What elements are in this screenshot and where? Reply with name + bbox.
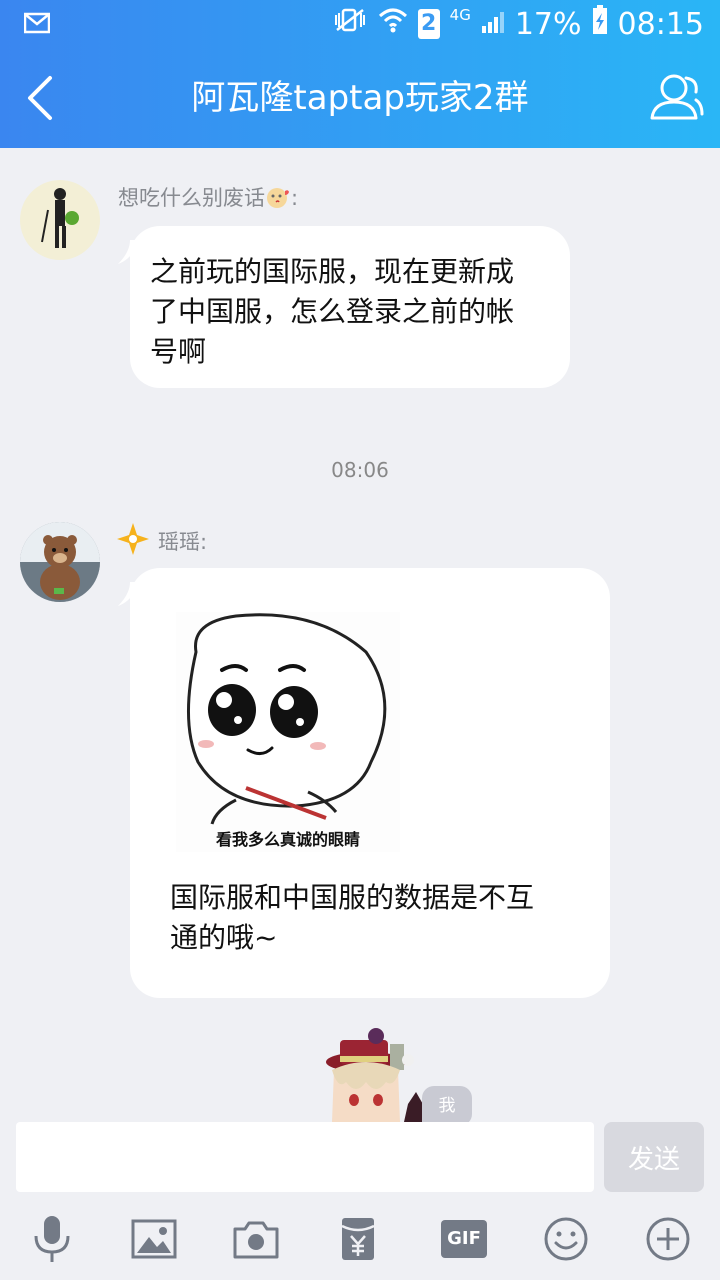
gif-icon: GIF <box>441 1220 487 1258</box>
bubble-tail <box>118 582 138 606</box>
mute-vibrate-icon <box>332 6 368 42</box>
battery-icon <box>592 5 608 43</box>
camera-icon <box>233 1221 279 1259</box>
network-type: 4G <box>449 6 471 24</box>
message-text: 之前玩的国际服，现在更新成 了中国服，怎么登录之前的帐 号啊 <box>150 255 515 368</box>
image-icon <box>131 1219 177 1259</box>
signal-icon <box>481 7 505 42</box>
sender-name: 瑶瑶: <box>158 530 208 554</box>
avatar[interactable] <box>20 180 100 260</box>
battery-percent: 17% <box>514 6 582 42</box>
kiss-face-emoji-icon <box>265 186 291 210</box>
sender-name: 想吃什么别废话: <box>118 186 299 210</box>
sim-slot-icon: 2 <box>417 9 440 39</box>
status-bar: 2 4G 17% 08:15 <box>0 0 720 48</box>
more-button[interactable] <box>638 1198 698 1280</box>
back-button[interactable] <box>14 68 70 128</box>
message-text: 国际服和中国服的数据是不互 通的哦~ <box>170 881 535 954</box>
microphone-icon <box>34 1216 70 1262</box>
man-in-suit-avatar-icon <box>41 188 79 248</box>
bubble-tail <box>118 240 138 264</box>
image-button[interactable] <box>124 1198 184 1280</box>
avatar[interactable] <box>20 522 100 602</box>
mail-notification-icon <box>23 12 51 38</box>
message-input[interactable] <box>16 1122 594 1192</box>
emoji-button[interactable] <box>536 1198 596 1280</box>
camera-button[interactable] <box>226 1198 286 1280</box>
gif-button[interactable]: GIF <box>434 1198 494 1280</box>
status-icons: 2 4G 17% 08:15 <box>332 4 704 44</box>
group-members-icon <box>650 74 704 120</box>
message-bubble[interactable]: 看我多么真诚的眼睛 国际服和中国服的数据是不互 通的哦~ <box>118 568 610 998</box>
cute-face-sticker-icon <box>186 613 387 825</box>
chevron-left-icon <box>28 76 52 120</box>
app-header: 2 4G 17% 08:15 阿瓦隆taptap玩家2群 <box>0 0 720 148</box>
admin-badge-icon <box>116 522 150 560</box>
send-button[interactable]: 发送 <box>604 1122 704 1192</box>
red-packet-button[interactable] <box>328 1198 388 1280</box>
title-bar: 阿瓦隆taptap玩家2群 <box>0 48 720 148</box>
sticker-caption: 看我多么真诚的眼睛 <box>215 830 360 849</box>
brown-bear-avatar-icon <box>20 522 100 602</box>
message-bubble[interactable]: 之前玩的国际服，现在更新成 了中国服，怎么登录之前的帐 号啊 <box>118 226 570 388</box>
voice-button[interactable] <box>22 1198 82 1280</box>
sticker-image[interactable]: 看我多么真诚的眼睛 <box>176 612 400 852</box>
clock: 08:15 <box>617 6 704 42</box>
red-packet-icon <box>341 1218 375 1260</box>
group-members-button[interactable] <box>646 70 706 126</box>
plus-circle-icon <box>646 1217 690 1261</box>
my-avatar[interactable] <box>320 1026 430 1122</box>
wifi-icon <box>378 6 408 42</box>
input-toolbar: GIF <box>0 1198 720 1280</box>
chat-title: 阿瓦隆taptap玩家2群 <box>191 78 529 118</box>
message-timestamp: 08:06 <box>331 458 389 482</box>
me-badge: 我 <box>422 1086 472 1126</box>
anime-character-avatar-icon <box>326 1028 430 1122</box>
smiley-icon <box>544 1217 588 1261</box>
